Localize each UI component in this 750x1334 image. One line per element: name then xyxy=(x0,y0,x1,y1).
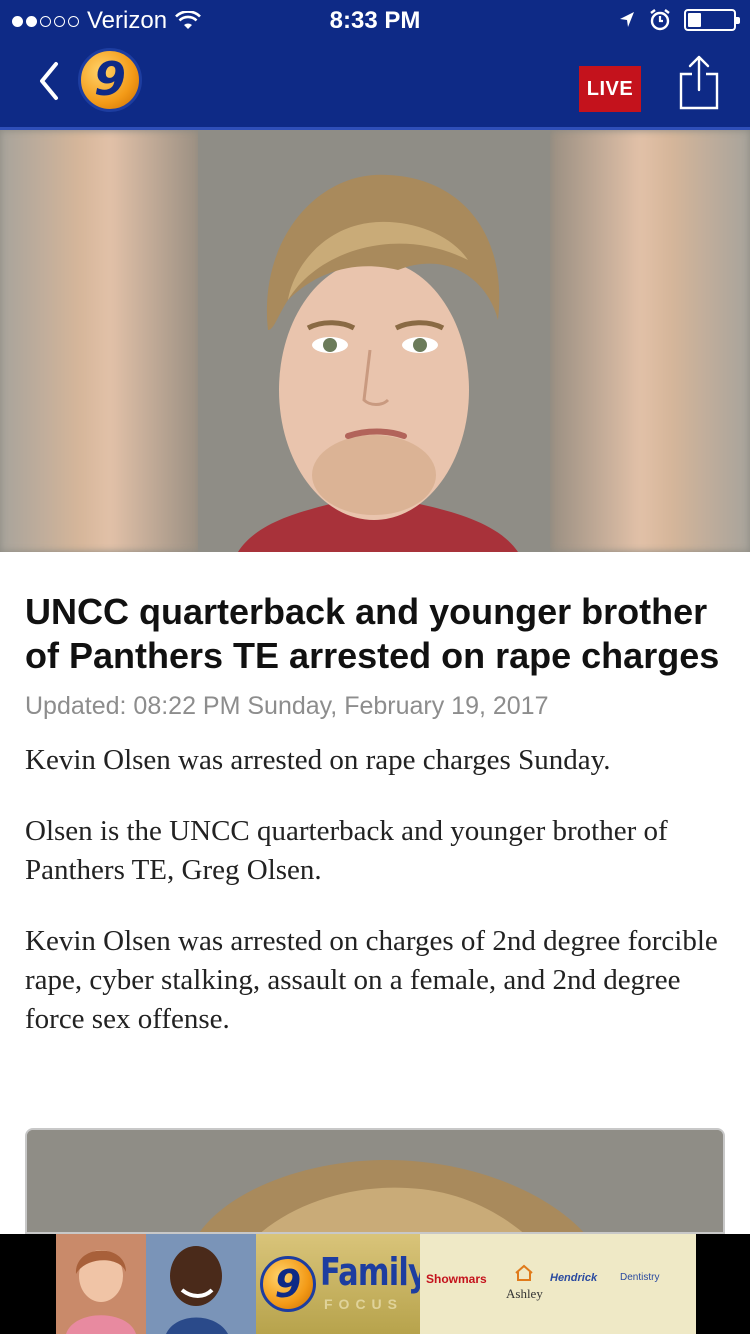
ad-tagline: FOCUS xyxy=(324,1296,403,1312)
sponsor-showmars: Showmars xyxy=(426,1272,487,1286)
alarm-clock-icon xyxy=(650,9,670,31)
ad-banner: 9 Family FOCUS Showmars Ashley Hendrick … xyxy=(0,1234,750,1334)
hero-blur-right xyxy=(550,130,750,552)
share-icon[interactable] xyxy=(678,54,720,110)
inline-photo-image xyxy=(27,1130,723,1232)
ashley-house-icon xyxy=(515,1264,533,1281)
status-right xyxy=(618,8,740,32)
battery-icon xyxy=(684,9,740,31)
family-focus-ad[interactable]: 9 Family FOCUS Showmars Ashley Hendrick … xyxy=(56,1234,696,1334)
ad-sponsor-strip: Showmars Ashley Hendrick Dentistry xyxy=(420,1234,696,1334)
sponsor-hendrick: Hendrick xyxy=(550,1272,598,1284)
logo-number: 9 xyxy=(93,52,126,106)
live-button[interactable]: LIVE xyxy=(579,66,641,112)
sponsor-ashley: Ashley xyxy=(506,1286,543,1301)
mugshot-photo xyxy=(198,130,550,552)
back-chevron-icon[interactable] xyxy=(30,56,70,106)
hero-blur-left xyxy=(0,130,200,552)
sponsor-dentistry: Dentistry xyxy=(620,1272,660,1283)
article-paragraph: Kevin Olsen was arrested on charges of 2… xyxy=(25,925,718,1035)
ad-kids-image xyxy=(56,1234,256,1334)
location-arrow-icon xyxy=(620,12,634,27)
status-bar: Verizon 8:33 PM xyxy=(0,0,750,40)
inline-article-photo[interactable] xyxy=(25,1128,725,1234)
station-logo[interactable]: 9 xyxy=(78,48,142,112)
ad-kids-photo xyxy=(56,1234,256,1334)
ad-logo-number: 9 xyxy=(274,1262,302,1306)
ad-brand-name: Family xyxy=(320,1250,428,1294)
article-timestamp: Updated: 08:22 PM Sunday, February 19, 2… xyxy=(25,692,549,720)
ad-station-logo: 9 xyxy=(260,1256,316,1312)
article-headline: UNCC quarterback and younger brother of … xyxy=(25,591,720,676)
ad-brand-panel: 9 Family FOCUS xyxy=(256,1234,428,1334)
article-paragraph: Kevin Olsen was arrested on rape charges… xyxy=(25,744,611,776)
hero-photo xyxy=(0,130,750,552)
article-body: UNCC quarterback and younger brother of … xyxy=(25,590,725,1039)
nav-bar: 9 LIVE xyxy=(0,40,750,130)
article-paragraph: Olsen is the UNCC quarterback and younge… xyxy=(25,815,668,886)
top-bar: Verizon 8:33 PM 9 LIVE xyxy=(0,0,750,130)
